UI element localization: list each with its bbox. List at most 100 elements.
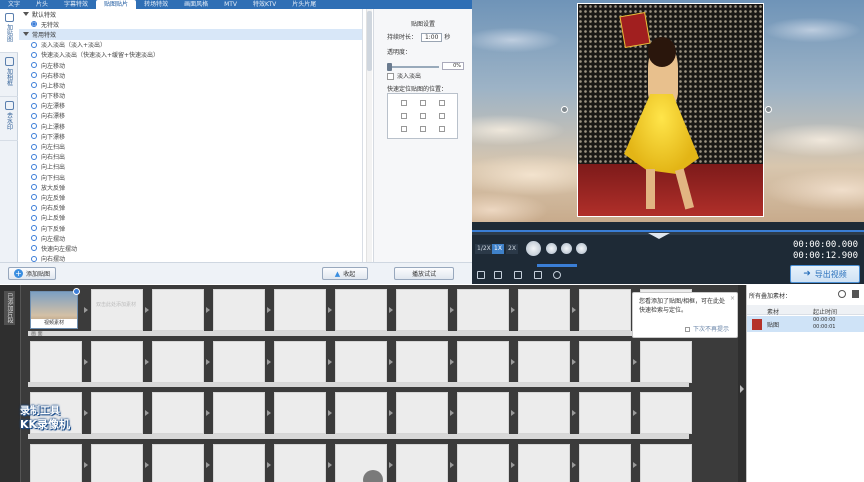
transition-arrow-icon[interactable] [84, 307, 88, 313]
effect-item[interactable]: 向下漂移 [19, 131, 362, 141]
timeline-slot[interactable] [213, 392, 265, 434]
resize-handle-right[interactable] [765, 106, 772, 113]
effect-group-default[interactable]: 默认特效 [19, 9, 362, 19]
add-overlay-icon[interactable] [838, 290, 846, 298]
transition-arrow-icon[interactable] [511, 462, 515, 468]
timeline-slot[interactable] [640, 444, 692, 482]
transition-arrow-icon[interactable] [267, 359, 271, 365]
transition-arrow-icon[interactable] [633, 359, 637, 365]
timeline-slot[interactable] [152, 289, 204, 331]
transition-arrow-icon[interactable] [328, 307, 332, 313]
add-sticker-button[interactable]: + 添加贴图 [8, 267, 56, 280]
transition-arrow-icon[interactable] [328, 359, 332, 365]
position-bottom-center[interactable] [419, 126, 426, 133]
timeline-slot[interactable] [335, 392, 387, 434]
timeline-slot[interactable] [518, 289, 570, 331]
transition-arrow-icon[interactable] [206, 410, 210, 416]
effect-item[interactable]: 向左摆动 [19, 233, 362, 243]
effect-item[interactable]: 向左反弹 [19, 192, 362, 202]
transition-arrow-icon[interactable] [84, 359, 88, 365]
transition-arrow-icon[interactable] [389, 462, 393, 468]
previous-frame-button[interactable] [561, 243, 572, 254]
tab-text[interactable]: 文字 [0, 0, 28, 9]
transition-arrow-icon[interactable] [145, 410, 149, 416]
timeline-slot[interactable] [274, 392, 326, 434]
transition-arrow-icon[interactable] [267, 307, 271, 313]
opacity-value[interactable]: 0% [442, 62, 464, 70]
transition-arrow-icon[interactable] [450, 410, 454, 416]
duration-input[interactable]: 1:00 [420, 33, 443, 42]
add-material-placeholder[interactable]: 双击此处添加素材 [96, 301, 136, 308]
effect-item[interactable]: 向上移动 [19, 80, 362, 90]
timeline-slot[interactable] [579, 444, 631, 482]
timeline-slot[interactable] [274, 444, 326, 482]
speed-1x-button[interactable]: 1X [492, 244, 504, 254]
transition-arrow-icon[interactable] [84, 462, 88, 468]
dont-show-checkbox[interactable] [684, 327, 690, 332]
tab-mtv[interactable]: MTV [216, 0, 245, 9]
tab-intro[interactable]: 片头 [28, 0, 56, 9]
tab-credits[interactable]: 片头片尾 [284, 0, 324, 9]
transition-arrow-icon[interactable] [572, 462, 576, 468]
speed-half-button[interactable]: 1/2X [475, 244, 493, 254]
timeline-slot[interactable] [457, 392, 509, 434]
timeline-slot[interactable] [91, 444, 143, 482]
timeline-slot[interactable] [579, 392, 631, 434]
timeline-slot[interactable] [579, 289, 631, 331]
transition-arrow-icon[interactable] [633, 410, 637, 416]
effect-item[interactable]: 向上漂移 [19, 121, 362, 131]
transition-arrow-icon[interactable] [145, 359, 149, 365]
timeline-slot[interactable] [640, 392, 692, 434]
overlay-row[interactable]: 贴图 00:00:00 00:00:01 [747, 316, 864, 332]
timeline-slot[interactable] [518, 341, 570, 383]
position-center[interactable] [419, 112, 426, 119]
position-top-center[interactable] [419, 99, 426, 106]
position-middle-right[interactable] [438, 112, 445, 119]
timeline-slot[interactable] [396, 444, 448, 482]
effect-item[interactable]: 快速淡入淡出（快速淡入+缓留+快速淡出） [19, 50, 362, 60]
seek-collapse-tab[interactable] [648, 233, 670, 239]
transition-arrow-icon[interactable] [389, 359, 393, 365]
transition-arrow-icon[interactable] [511, 410, 515, 416]
dont-show-again[interactable]: 下次不再提示 [684, 325, 729, 334]
effect-item[interactable]: 向上反弹 [19, 213, 362, 223]
timeline-slot[interactable] [396, 392, 448, 434]
transition-arrow-icon[interactable] [572, 410, 576, 416]
side-tab-add-frame[interactable]: 加相框 [0, 53, 18, 97]
right-pane-toggle[interactable] [738, 285, 746, 482]
video-clip-thumbnail[interactable]: 视频素材 [30, 291, 78, 329]
delete-icon[interactable] [852, 290, 859, 298]
fade-checkbox[interactable] [387, 73, 394, 80]
transition-arrow-icon[interactable] [206, 359, 210, 365]
effect-list-scrollbar[interactable] [366, 9, 372, 262]
effect-item-none[interactable]: 无特效 [19, 19, 362, 29]
open-folder-icon[interactable] [494, 271, 502, 279]
timeline-slot[interactable] [274, 341, 326, 383]
transition-arrow-icon[interactable] [206, 462, 210, 468]
speed-2x-button[interactable]: 2X [506, 244, 518, 254]
timeline-slot[interactable] [396, 289, 448, 331]
effect-item[interactable]: 淡入淡出（淡入+淡出） [19, 40, 362, 50]
transition-arrow-icon[interactable] [572, 359, 576, 365]
timeline-slot[interactable] [91, 341, 143, 383]
timeline-slot[interactable] [579, 341, 631, 383]
timeline-slot[interactable] [213, 289, 265, 331]
snapshot-icon[interactable] [477, 271, 485, 279]
transition-arrow-icon[interactable] [511, 359, 515, 365]
tab-styles[interactable]: 画面风格 [176, 0, 216, 9]
effect-group-common[interactable]: 常用特效 [19, 29, 362, 40]
transition-arrow-icon[interactable] [206, 307, 210, 313]
position-middle-left[interactable] [400, 112, 407, 119]
preview-play-button[interactable]: 播放试试 [394, 267, 454, 280]
next-frame-button[interactable] [576, 243, 587, 254]
transition-arrow-icon[interactable] [450, 307, 454, 313]
tab-subtitle-effects[interactable]: 字幕特效 [56, 0, 96, 9]
side-tab-add-sticker[interactable]: 加贴图 [0, 9, 18, 53]
transition-arrow-icon[interactable] [633, 462, 637, 468]
effect-item[interactable]: 向右扫出 [19, 152, 362, 162]
tab-ktv[interactable]: 特效KTV [245, 0, 284, 9]
effect-item[interactable]: 向左扫出 [19, 141, 362, 151]
transition-arrow-icon[interactable] [450, 462, 454, 468]
sticker-image[interactable] [577, 3, 764, 217]
close-icon[interactable]: × [730, 294, 735, 303]
